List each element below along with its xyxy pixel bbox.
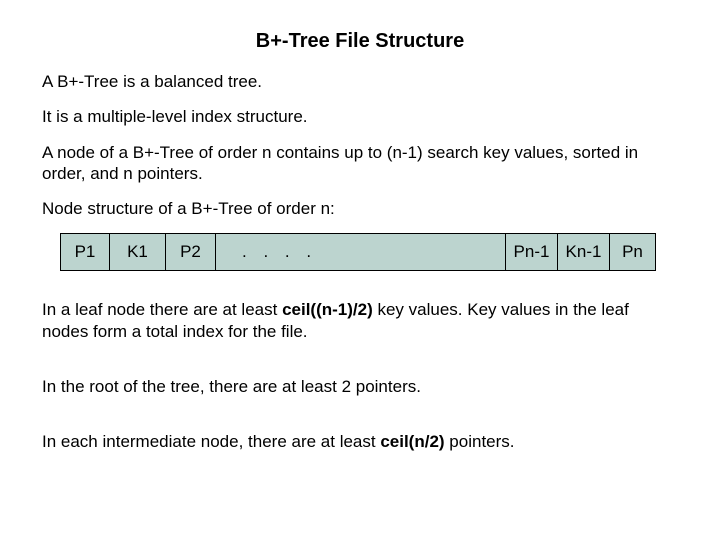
cell-k1: K1 — [110, 233, 166, 271]
cell-pn: Pn — [610, 233, 656, 271]
para-leaf-node: In a leaf node there are at least ceil((… — [42, 299, 678, 342]
cell-p1: P1 — [60, 233, 110, 271]
cell-p2: P2 — [166, 233, 216, 271]
slide: B+-Tree File Structure A B+-Tree is a ba… — [0, 0, 720, 452]
para-node-structure-label: Node structure of a B+-Tree of order n: — [42, 198, 678, 219]
node-structure-diagram: P1 K1 P2 . . . . Pn-1 Kn-1 Pn — [60, 233, 678, 271]
para-intermediate: In each intermediate node, there are at … — [42, 431, 678, 452]
para-root: In the root of the tree, there are at le… — [42, 376, 678, 397]
bold-ceil-2: ceil(n/2) — [380, 432, 444, 451]
bold-ceil-1: ceil((n-1)/2) — [282, 300, 373, 319]
cell-pn-1: Pn-1 — [506, 233, 558, 271]
para-balanced: A B+-Tree is a balanced tree. — [42, 71, 678, 92]
text: In a leaf node there are at least — [42, 300, 282, 319]
text: pointers. — [445, 432, 515, 451]
page-title: B+-Tree File Structure — [42, 30, 678, 53]
para-multilevel: It is a multiple-level index structure. — [42, 106, 678, 127]
cell-kn-1: Kn-1 — [558, 233, 610, 271]
cell-ellipsis: . . . . — [216, 233, 506, 271]
para-node-contains: A node of a B+-Tree of order n contains … — [42, 142, 678, 185]
text: In each intermediate node, there are at … — [42, 432, 380, 451]
